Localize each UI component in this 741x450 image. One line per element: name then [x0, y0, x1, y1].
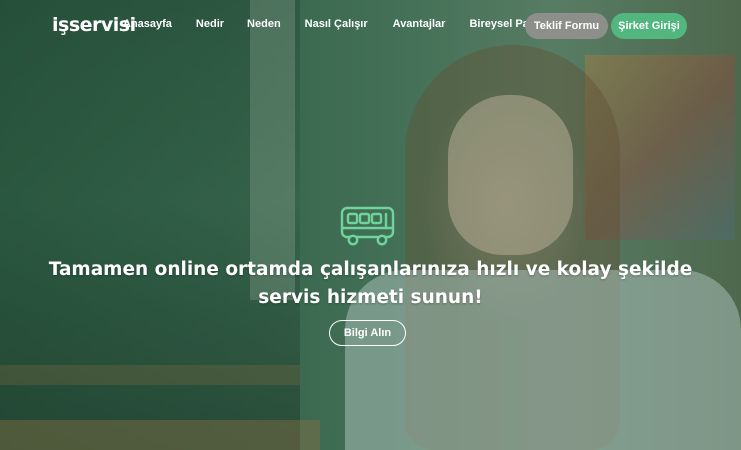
nav-item-neden[interactable]: Neden — [247, 18, 281, 30]
nav-item-avantajlar[interactable]: Avantajlar — [393, 18, 446, 30]
nav-menu: Anasayfa Nedir Neden Nasıl Çalışır Avant… — [123, 18, 558, 30]
bus-icon — [340, 206, 395, 246]
bilgi-alin-button[interactable]: Bilgi Alın — [329, 320, 406, 346]
teklif-formu-button[interactable]: Teklif Formu — [525, 13, 608, 39]
hero-section: işservisi Anasayfa Nedir Neden Nasıl Çal… — [0, 0, 741, 450]
hero-headline: Tamamen online ortamda çalışanlarınıza h… — [48, 259, 693, 308]
sirket-girisi-button[interactable]: Şirket Girişi — [611, 13, 687, 39]
nav-item-nasil-calisir[interactable]: Nasıl Çalışır — [305, 18, 368, 30]
nav-item-nedir[interactable]: Nedir — [196, 18, 224, 30]
nav-item-anasayfa[interactable]: Anasayfa — [123, 18, 172, 30]
top-navigation: işservisi Anasayfa Nedir Neden Nasıl Çal… — [0, 0, 741, 52]
